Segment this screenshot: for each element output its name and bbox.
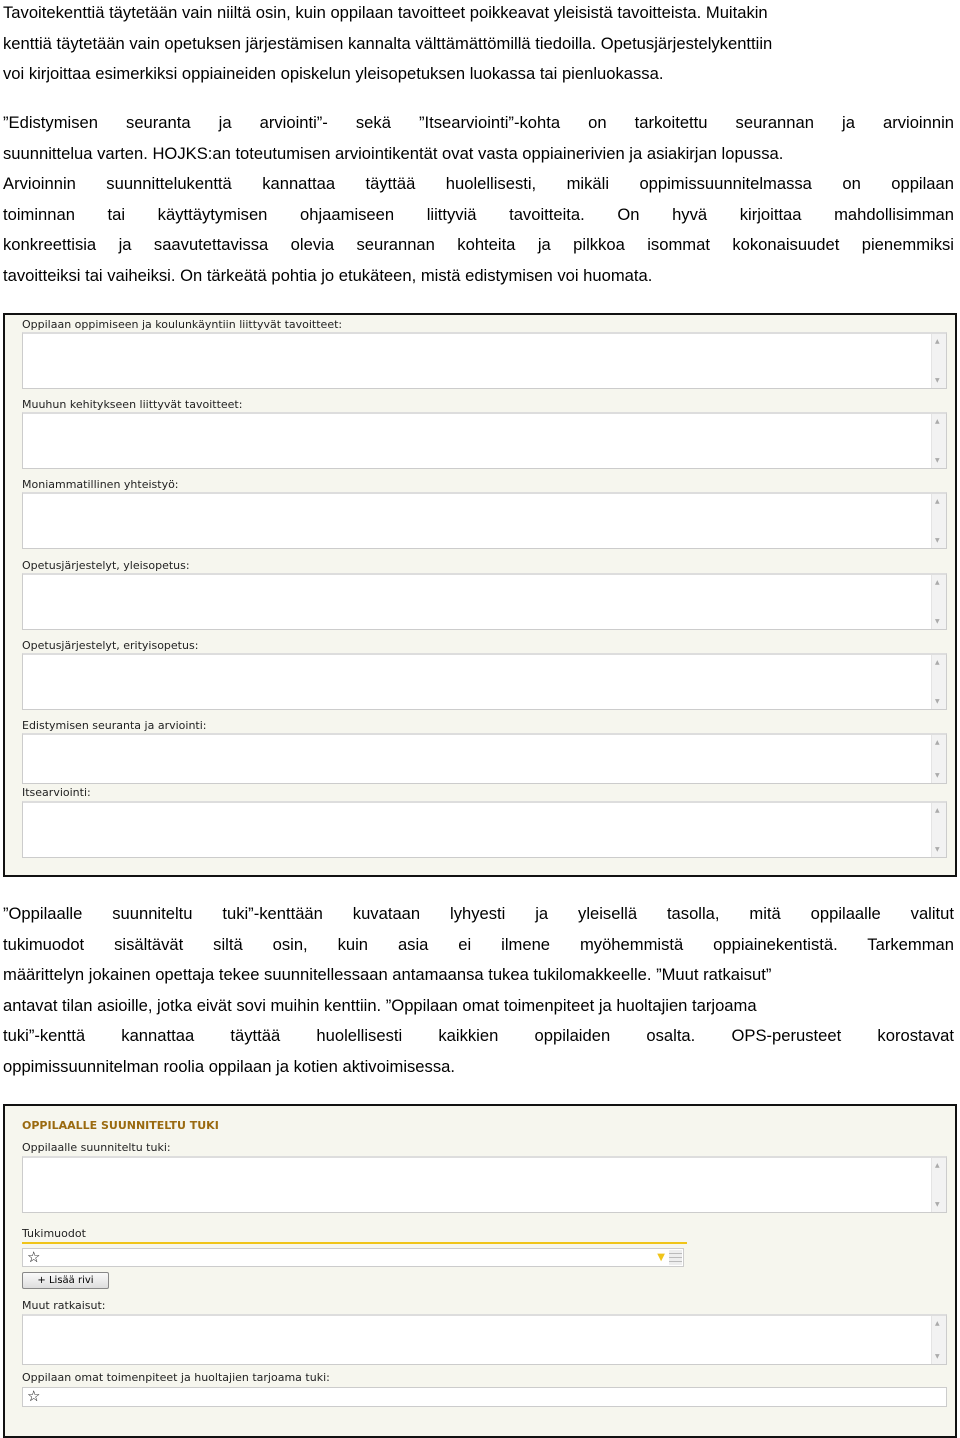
- goals-development-textarea[interactable]: [22, 412, 947, 469]
- text-line: konkreettisia ja saavutettavissa olevia …: [3, 235, 954, 255]
- add-row-button[interactable]: + Lisää rivi: [22, 1272, 109, 1289]
- field-label: Moniammatillinen yhteistyö:: [22, 478, 179, 491]
- general-arrangements-textarea[interactable]: [22, 573, 947, 630]
- support-forms-select[interactable]: ☆ ▼: [22, 1248, 684, 1267]
- field-label: Oppilaan oppimiseen ja koulunkäyntiin li…: [22, 318, 343, 331]
- field-label: Opetusjärjestelyt, yleisopetus:: [22, 559, 190, 572]
- scrollbar[interactable]: [931, 655, 946, 709]
- text-line: suunnittelua varten. HOJKS:an toteutumis…: [3, 143, 784, 163]
- planned-support-textarea[interactable]: [22, 1156, 947, 1213]
- intro-paragraph: Tavoitekenttiä täytetään vain niiltä osi…: [3, 0, 954, 90]
- text-line: ”Oppilaalle suunniteltu tuki”-kenttään k…: [3, 904, 954, 923]
- field-label: Tukimuodot: [22, 1227, 86, 1240]
- scrollbar[interactable]: [931, 1158, 946, 1212]
- goals-learning-textarea[interactable]: [22, 332, 947, 389]
- dropdown-arrow-icon[interactable]: ▼: [657, 1249, 665, 1266]
- text-line: tavoitteiksi tai vaiheiksi. On tärkeätä …: [3, 265, 653, 285]
- goals-form-screenshot: Oppilaan oppimiseen ja koulunkäyntiin li…: [3, 313, 957, 877]
- text-line: Arvioinnin suunnittelukenttä kannattaa t…: [3, 174, 954, 194]
- section-underline: [22, 1242, 687, 1244]
- support-paragraph: ”Oppilaalle suunniteltu tuki”-kenttään k…: [3, 899, 954, 1083]
- text-line: oppimissuunnitelman roolia oppilaan ja k…: [3, 1056, 455, 1076]
- scrollbar[interactable]: [931, 334, 946, 388]
- own-actions-input[interactable]: ☆: [22, 1387, 947, 1407]
- field-label: Edistymisen seuranta ja arviointi:: [22, 719, 207, 732]
- scrollbar[interactable]: [931, 414, 946, 468]
- scrollbar[interactable]: [931, 735, 946, 783]
- evaluation-paragraph: ”Edistymisen seuranta ja arviointi”- sek…: [3, 108, 954, 292]
- star-icon[interactable]: ☆: [27, 1387, 40, 1405]
- special-arrangements-textarea[interactable]: [22, 653, 947, 710]
- scrollbar[interactable]: [931, 494, 946, 548]
- list-icon[interactable]: [669, 1250, 682, 1265]
- field-label: Opetusjärjestelyt, erityisopetus:: [22, 639, 199, 652]
- text-line: antavat tilan asioille, jotka eivät sovi…: [3, 995, 757, 1015]
- scrollbar[interactable]: [931, 1316, 946, 1364]
- self-evaluation-textarea[interactable]: [22, 801, 947, 858]
- field-label: Muut ratkaisut:: [22, 1299, 106, 1312]
- text-line: ”Edistymisen seuranta ja arviointi”- sek…: [3, 113, 954, 132]
- field-label: Oppilaalle suunniteltu tuki:: [22, 1141, 171, 1154]
- star-icon[interactable]: ☆: [27, 1248, 40, 1266]
- text-line: voi kirjoittaa esimerkiksi oppiaineiden …: [3, 64, 664, 84]
- other-solutions-textarea[interactable]: [22, 1314, 947, 1365]
- text-line: kenttiä täytetään vain opetuksen järjest…: [3, 33, 773, 53]
- section-heading: OPPILAALLE SUUNNITELTU TUKI: [22, 1119, 219, 1132]
- field-label: Itsearviointi:: [22, 786, 91, 799]
- progress-evaluation-textarea[interactable]: [22, 733, 947, 784]
- text-line: toiminnan tai käyttäytymisen ohjaamiseen…: [3, 204, 954, 224]
- scrollbar[interactable]: [931, 575, 946, 629]
- cooperation-textarea[interactable]: [22, 492, 947, 549]
- text-line: tukimuodot sisältävät siltä osin, kuin a…: [3, 934, 954, 954]
- text-line: tuki”-kenttä kannattaa täyttää huolellis…: [3, 1026, 954, 1046]
- text-line: määrittelyn jokainen opettaja tekee suun…: [3, 965, 772, 985]
- field-label: Muuhun kehitykseen liittyvät tavoitteet:: [22, 398, 243, 411]
- field-label: Oppilaan omat toimenpiteet ja huoltajien…: [22, 1371, 330, 1384]
- scrollbar[interactable]: [931, 803, 946, 857]
- support-form-screenshot: OPPILAALLE SUUNNITELTU TUKI Oppilaalle s…: [3, 1104, 957, 1438]
- text-line: Tavoitekenttiä täytetään vain niiltä osi…: [3, 3, 768, 22]
